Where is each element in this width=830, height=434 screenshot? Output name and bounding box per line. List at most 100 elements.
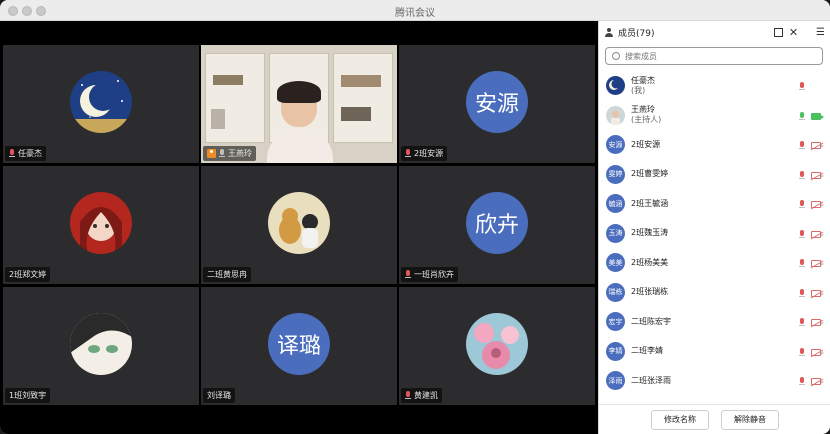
person-icon xyxy=(605,27,613,37)
member-name: 2班张瑞栋 xyxy=(631,287,669,297)
mic-muted-icon[interactable] xyxy=(799,82,805,91)
participant-tile[interactable]: 2班郑文婷 xyxy=(3,166,199,284)
member-row[interactable]: 安源 2班安源 xyxy=(599,130,830,160)
participant-label: 一班肖欣卉 xyxy=(401,267,458,282)
text-avatar: 瑞栋 xyxy=(606,282,625,302)
participant-label: 黄建凯 xyxy=(401,388,442,403)
member-row[interactable]: 美美 2班杨美美 xyxy=(599,248,830,278)
participant-name: 王燕玲 xyxy=(228,149,252,158)
member-name: 2班安源 xyxy=(631,139,661,149)
participant-tile[interactable]: 译璐 刘译璐 xyxy=(201,287,397,405)
member-row[interactable]: 宏宇 二班陈宏宇 xyxy=(599,307,830,337)
participant-tile[interactable]: 1班刘致宇 xyxy=(3,287,199,405)
text-avatar: 毓涵 xyxy=(606,194,625,214)
anime-face-icon xyxy=(70,313,132,375)
camera-off-icon[interactable] xyxy=(811,201,824,208)
member-list: 任豪杰 (我) 王燕玲 (主持人) 安源 2班安源 雯婷 2班曹雯婷 毓涵 2班… xyxy=(599,71,830,396)
unmute-button[interactable]: 解除静音 xyxy=(721,409,779,430)
members-panel: 成员(79) ✕ ☰ 任豪杰(我) 王燕玲(主持人) xyxy=(598,21,830,434)
text-avatar: 译璐 xyxy=(268,313,330,375)
member-search[interactable] xyxy=(605,47,823,65)
member-row[interactable]: 泽雨 二班张泽雨 xyxy=(599,366,830,396)
mic-muted-icon[interactable] xyxy=(799,229,805,239)
member-row[interactable]: 毓涵 2班王毓涵 xyxy=(599,189,830,219)
text-avatar: 欣卉 xyxy=(466,192,528,254)
member-row[interactable]: 玉涛 2班魏玉涛 xyxy=(599,219,830,249)
camera-off-icon[interactable] xyxy=(811,142,824,149)
mic-muted-icon[interactable] xyxy=(799,347,805,357)
participant-label: 王燕玲 xyxy=(203,146,256,161)
mic-muted-icon[interactable] xyxy=(799,259,805,268)
text-avatar: 安源 xyxy=(606,135,625,155)
video-grid: 任豪杰 王燕玲 安源 2班安源 2班郑文婷 二班黄思冉 欣卉 一班肖欣卉 1班刘… xyxy=(0,21,598,434)
member-name: 二班李婧 xyxy=(631,346,663,356)
camera-icon[interactable] xyxy=(811,112,824,120)
mic-muted-icon[interactable] xyxy=(799,377,805,386)
camera-off-icon[interactable] xyxy=(811,260,824,267)
mic-muted-icon xyxy=(405,270,411,279)
members-header: 成员(79) ✕ ☰ xyxy=(599,21,830,43)
girl-portrait-icon xyxy=(70,192,132,254)
mic-muted-icon[interactable] xyxy=(799,141,805,150)
mic-muted-icon[interactable] xyxy=(799,170,805,180)
pink-flowers-icon xyxy=(466,313,528,375)
participant-tile[interactable]: 二班黄思冉 xyxy=(201,166,397,284)
participant-label: 1班刘致宇 xyxy=(5,388,51,403)
text-avatar: 安源 xyxy=(466,71,528,133)
member-row[interactable]: 王燕玲 (主持人) xyxy=(599,101,830,131)
camera-off-icon[interactable] xyxy=(811,378,824,385)
mic-muted-icon[interactable] xyxy=(799,200,805,209)
members-title: 成员(79) xyxy=(618,28,655,39)
member-name: 2班王毓涵 xyxy=(631,198,669,208)
camera-off-icon[interactable] xyxy=(811,171,824,179)
member-row[interactable]: 瑞栋 2班张瑞栋 xyxy=(599,278,830,308)
participant-label: 二班黄思冉 xyxy=(203,267,251,282)
participant-name: 黄建凯 xyxy=(414,391,438,400)
participant-tile[interactable]: 安源 2班安源 xyxy=(399,45,595,163)
participant-tile-video[interactable]: 王燕玲 xyxy=(201,45,397,163)
popout-icon[interactable] xyxy=(773,27,783,37)
rename-button[interactable]: 修改名称 xyxy=(651,409,709,430)
cartoon-dog-icon xyxy=(268,192,330,254)
mic-muted-icon[interactable] xyxy=(799,318,805,327)
camera-off-icon[interactable] xyxy=(811,230,824,238)
window-title: 腾讯会议 xyxy=(395,8,435,19)
members-footer: 修改名称 解除静音 xyxy=(599,404,830,434)
member-row[interactable]: 李婧 二班李婧 xyxy=(599,337,830,367)
member-name: 任豪杰 xyxy=(631,75,655,85)
participant-name: 2班安源 xyxy=(414,149,444,158)
camera-off-icon[interactable] xyxy=(811,319,824,326)
participant-name: 二班黄思冉 xyxy=(207,270,247,279)
member-name: 二班陈宏宇 xyxy=(631,316,671,326)
moon-icon xyxy=(606,76,625,96)
participant-label: 2班安源 xyxy=(401,146,448,161)
search-input[interactable] xyxy=(625,51,795,61)
mic-muted-icon[interactable] xyxy=(799,288,805,298)
member-role: (主持人) xyxy=(631,115,662,125)
text-avatar: 宏宇 xyxy=(606,312,625,332)
mic-muted-icon xyxy=(405,149,411,158)
meeting-window: 腾讯会议 任豪杰 王燕玲 安源 2班安源 2班郑文婷 二班黄思冉 欣卉 一班肖欣… xyxy=(0,0,830,434)
member-name: 王燕玲 xyxy=(631,105,655,115)
camera-off-icon[interactable] xyxy=(811,348,824,356)
mic-icon[interactable] xyxy=(799,111,805,121)
participant-label: 任豪杰 xyxy=(5,146,46,161)
participant-name: 一班肖欣卉 xyxy=(414,270,454,279)
participant-name: 刘译璐 xyxy=(207,391,231,400)
title-bar: 腾讯会议 xyxy=(0,0,830,21)
text-avatar: 美美 xyxy=(606,253,625,273)
member-row[interactable]: 雯婷 2班曹雯婷 xyxy=(599,160,830,190)
menu-icon[interactable]: ☰ xyxy=(816,27,825,38)
member-name: 2班杨美美 xyxy=(631,257,669,267)
participant-tile[interactable]: 任豪杰 xyxy=(3,45,199,163)
participant-tile[interactable]: 黄建凯 xyxy=(399,287,595,405)
close-icon[interactable]: ✕ xyxy=(789,26,798,39)
camera-off-icon[interactable] xyxy=(811,289,824,297)
participant-label: 刘译璐 xyxy=(203,388,235,403)
host-icon xyxy=(207,149,216,158)
member-row[interactable]: 任豪杰 (我) xyxy=(599,71,830,101)
participant-name: 2班郑文婷 xyxy=(9,270,47,279)
text-avatar: 雯婷 xyxy=(606,164,625,184)
participant-tile[interactable]: 欣卉 一班肖欣卉 xyxy=(399,166,595,284)
mic-muted-icon xyxy=(405,391,411,400)
